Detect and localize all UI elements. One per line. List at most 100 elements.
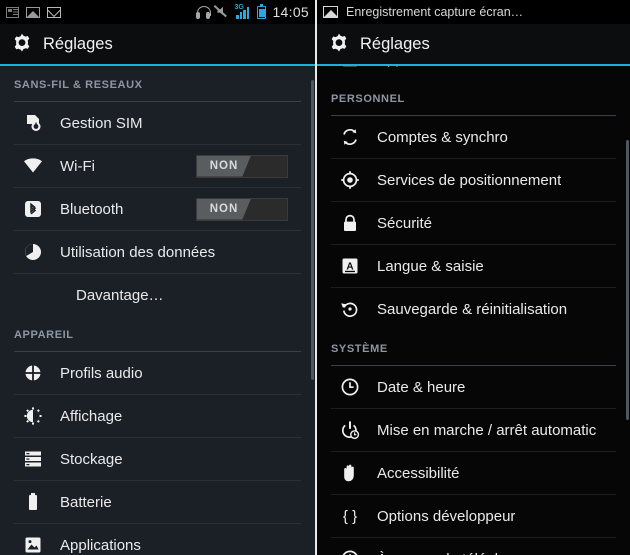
backup-restore-icon (339, 298, 361, 320)
applications-icon (22, 534, 44, 555)
settings-gear-icon (327, 32, 351, 56)
display-brightness-icon (22, 405, 44, 427)
list-item-storage[interactable]: Stockage (0, 438, 315, 480)
list-item-accounts-sync[interactable]: Comptes & synchro (317, 116, 630, 158)
status-notification-icons (6, 6, 61, 18)
section-header-personal: PERSONNEL (317, 80, 630, 110)
list-item-bluetooth[interactable]: Bluetooth NON (0, 188, 315, 230)
info-icon (339, 548, 361, 555)
power-schedule-icon (339, 419, 361, 441)
list-item-applications-clipped[interactable]: Applications (317, 66, 630, 80)
applications-icon (339, 66, 361, 70)
list-item-label: Batterie (60, 493, 112, 511)
battery-icon (22, 491, 44, 513)
action-bar: Réglages (317, 24, 630, 64)
wifi-toggle[interactable]: NON (196, 154, 288, 178)
page-title: Réglages (43, 34, 113, 53)
list-item-label: Sauvegarde & réinitialisation (377, 300, 568, 318)
list-item-label: Stockage (60, 450, 123, 468)
left-phone-screen: 3G 14:05 Réglages SANS-FIL & RESEAUX Ges… (0, 0, 315, 555)
list-item-more[interactable]: Davantage… (0, 274, 315, 316)
vibrate-mute-icon (216, 6, 229, 19)
list-item-wifi[interactable]: Wi-Fi NON (0, 145, 315, 187)
list-item-label: Bluetooth (60, 200, 124, 218)
section-label: SANS-FIL & RESEAUX (14, 79, 143, 91)
settings-gear-icon (10, 32, 34, 56)
list-item-data-usage[interactable]: Utilisation des données (0, 231, 315, 273)
section-label: PERSONNEL (331, 93, 405, 105)
list-item-label: Affichage (60, 407, 123, 425)
language-input-icon: A (339, 255, 361, 277)
list-item-label: Options développeur (377, 507, 516, 525)
list-item-accessibility[interactable]: Accessibilité (317, 452, 630, 494)
wifi-icon (22, 155, 44, 177)
list-item-battery[interactable]: Batterie (0, 481, 315, 523)
list-item-label: Gestion SIM (60, 114, 143, 132)
list-item-power-schedule[interactable]: Mise en marche / arrêt automatic (317, 409, 630, 451)
list-item-label: À propos du téléphone (377, 551, 528, 555)
data-usage-icon (22, 241, 44, 263)
notification-text: Enregistrement capture écran… (346, 5, 524, 19)
scrollbar[interactable] (311, 80, 314, 380)
list-item-audio-profiles[interactable]: Profils audio (0, 352, 315, 394)
audio-profiles-icon (22, 362, 44, 384)
list-item-label: Wi-Fi (60, 157, 95, 175)
picture-icon (323, 6, 338, 18)
storage-icon (22, 448, 44, 470)
dual-screenshot: 3G 14:05 Réglages SANS-FIL & RESEAUX Ges… (0, 0, 630, 555)
list-item-applications[interactable]: Applications (0, 524, 315, 555)
list-item-label: Comptes & synchro (377, 128, 508, 146)
list-item-display[interactable]: Affichage (0, 395, 315, 437)
mail-icon (47, 6, 61, 18)
section-label: APPAREIL (14, 329, 74, 341)
signal-3g-icon: 3G (234, 4, 251, 19)
action-bar: Réglages (0, 24, 315, 64)
section-header-device: APPAREIL (0, 316, 315, 346)
status-clock: 14:05 (272, 4, 309, 20)
location-icon (339, 169, 361, 191)
svg-text:{ }: { } (343, 508, 357, 525)
battery-icon (257, 3, 267, 19)
bluetooth-toggle[interactable]: NON (196, 197, 288, 221)
list-item-label: Utilisation des données (60, 243, 216, 261)
accessibility-hand-icon (339, 462, 361, 484)
page-title: Réglages (360, 34, 430, 53)
status-bar: Enregistrement capture écran… (317, 0, 630, 24)
settings-list[interactable]: SANS-FIL & RESEAUX Gestion SIM Wi-Fi NON… (0, 66, 315, 555)
list-item-label: Profils audio (60, 364, 143, 382)
list-item-sim[interactable]: Gestion SIM (0, 102, 315, 144)
settings-list[interactable]: Applications PERSONNEL Comptes & synchro (317, 66, 630, 555)
lock-icon (339, 212, 361, 234)
list-item-label: Date & heure (377, 378, 466, 396)
list-item-backup-reset[interactable]: Sauvegarde & réinitialisation (317, 288, 630, 330)
sim-card-icon (22, 112, 44, 134)
list-item-developer-options[interactable]: { } Options développeur (317, 495, 630, 537)
headset-icon (196, 5, 212, 19)
picture-icon (26, 6, 40, 18)
list-item-about-phone[interactable]: À propos du téléphone (317, 538, 630, 555)
right-phone-screen: Enregistrement capture écran… Réglages P… (315, 0, 630, 555)
sync-icon (339, 126, 361, 148)
list-item-label: Accessibilité (377, 464, 460, 482)
scrollbar[interactable] (626, 140, 629, 420)
list-item-label: Mise en marche / arrêt automatic (377, 421, 597, 439)
status-system-icons: 3G 14:05 (196, 3, 309, 20)
list-item-label: Langue & saisie (377, 257, 484, 275)
toggle-label: NON (209, 160, 239, 172)
section-header-wireless: SANS-FIL & RESEAUX (0, 66, 315, 96)
news-icon (6, 6, 19, 18)
list-item-label: Services de positionnement (377, 171, 562, 189)
section-label: SYSTÈME (331, 343, 388, 355)
list-item-label: Applications (60, 536, 141, 554)
toggle-label: NON (209, 203, 239, 215)
status-bar: 3G 14:05 (0, 0, 315, 24)
clock-icon (339, 376, 361, 398)
list-item-security[interactable]: Sécurité (317, 202, 630, 244)
bluetooth-icon (22, 198, 44, 220)
list-item-language-input[interactable]: A Langue & saisie (317, 245, 630, 287)
list-item-label: Sécurité (377, 214, 433, 232)
list-item-location[interactable]: Services de positionnement (317, 159, 630, 201)
developer-braces-icon: { } (339, 505, 361, 527)
list-item-label: Applications (377, 66, 458, 68)
list-item-date-time[interactable]: Date & heure (317, 366, 630, 408)
